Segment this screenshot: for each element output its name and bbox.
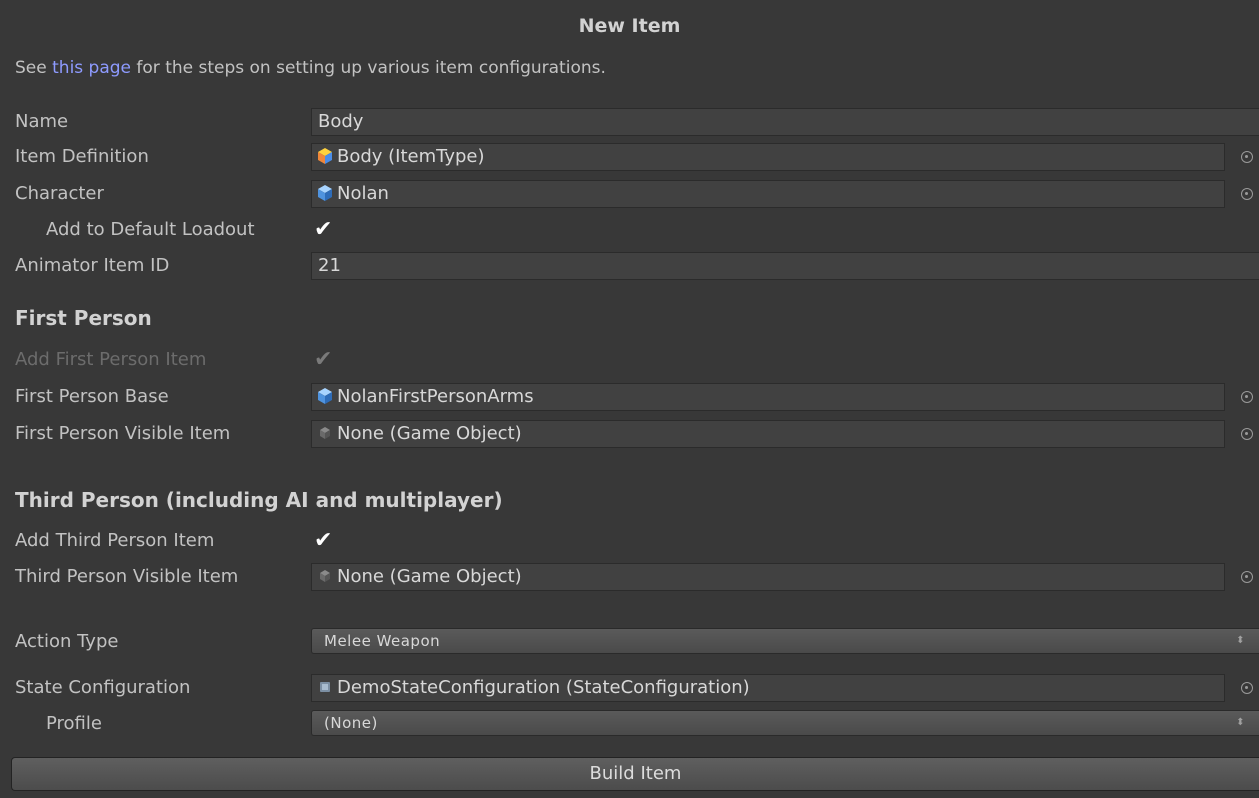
name-input[interactable]: Body: [311, 108, 1259, 136]
itemtype-cube-icon: [318, 147, 332, 164]
character-field[interactable]: Nolan: [311, 180, 1225, 208]
first-person-visible-item-label: First Person Visible Item: [15, 423, 231, 444]
prefab-cube-icon: [318, 387, 332, 404]
action-type-selected: Melee Weapon: [324, 632, 441, 650]
add-first-person-item-checkbox: ✔: [314, 347, 333, 372]
animator-item-id-label: Animator Item ID: [15, 255, 170, 276]
third-person-heading: Third Person (including AI and multiplay…: [15, 488, 503, 512]
add-third-person-item-label: Add Third Person Item: [15, 530, 215, 551]
character-picker-icon[interactable]: [1241, 188, 1253, 200]
profile-label: Profile: [46, 713, 102, 734]
third-person-visible-item-label: Third Person Visible Item: [15, 566, 239, 587]
info-suffix: for the steps on setting up various item…: [131, 58, 606, 78]
animator-item-id-input[interactable]: 21: [311, 252, 1259, 280]
first-person-base-field[interactable]: NolanFirstPersonArms: [311, 383, 1225, 411]
profile-dropdown[interactable]: (None) ⬍: [311, 710, 1259, 736]
add-to-default-loadout-checkbox[interactable]: ✔: [314, 219, 336, 241]
state-configuration-field[interactable]: DemoStateConfiguration (StateConfigurati…: [311, 674, 1225, 702]
info-text: See this page for the steps on setting u…: [15, 58, 606, 78]
dropdown-arrows-icon: ⬍: [1236, 717, 1245, 728]
prefab-cube-icon: [318, 184, 332, 201]
info-link[interactable]: this page: [52, 58, 131, 78]
info-prefix: See: [15, 58, 53, 78]
new-item-window: New Item See this page for the steps on …: [0, 0, 1259, 798]
state-configuration-label: State Configuration: [15, 677, 191, 698]
add-third-person-item-checkbox[interactable]: ✔: [314, 530, 336, 552]
state-configuration-picker-icon[interactable]: [1241, 682, 1253, 694]
add-first-person-item-label: Add First Person Item: [15, 349, 207, 370]
item-definition-field[interactable]: Body (ItemType): [311, 143, 1225, 171]
item-definition-label: Item Definition: [15, 146, 149, 167]
first-person-visible-item-picker-icon[interactable]: [1241, 428, 1253, 440]
gameobject-icon: [320, 569, 330, 582]
first-person-base-label: First Person Base: [15, 386, 169, 407]
item-definition-picker-icon[interactable]: [1241, 151, 1253, 163]
character-value: Nolan: [337, 183, 389, 204]
action-type-dropdown[interactable]: Melee Weapon ⬍: [311, 628, 1259, 654]
build-item-button[interactable]: Build Item: [11, 757, 1259, 791]
first-person-visible-item-field[interactable]: None (Game Object): [311, 420, 1225, 448]
third-person-visible-item-value: None (Game Object): [337, 566, 522, 587]
first-person-heading: First Person: [15, 306, 152, 330]
item-definition-value: Body (ItemType): [337, 146, 485, 167]
character-label: Character: [15, 183, 104, 204]
third-person-visible-item-field[interactable]: None (Game Object): [311, 563, 1225, 591]
first-person-base-value: NolanFirstPersonArms: [337, 386, 534, 407]
gameobject-icon: [320, 426, 330, 439]
action-type-label: Action Type: [15, 631, 119, 652]
profile-selected: (None): [324, 714, 378, 732]
add-to-default-loadout-label: Add to Default Loadout: [46, 219, 255, 240]
window-title: New Item: [578, 15, 681, 37]
third-person-visible-item-picker-icon[interactable]: [1241, 571, 1253, 583]
scriptable-object-icon: [320, 681, 330, 692]
first-person-base-picker-icon[interactable]: [1241, 391, 1253, 403]
first-person-visible-item-value: None (Game Object): [337, 423, 522, 444]
dropdown-arrows-icon: ⬍: [1236, 635, 1245, 646]
state-configuration-value: DemoStateConfiguration (StateConfigurati…: [337, 677, 750, 698]
name-label: Name: [15, 111, 69, 132]
